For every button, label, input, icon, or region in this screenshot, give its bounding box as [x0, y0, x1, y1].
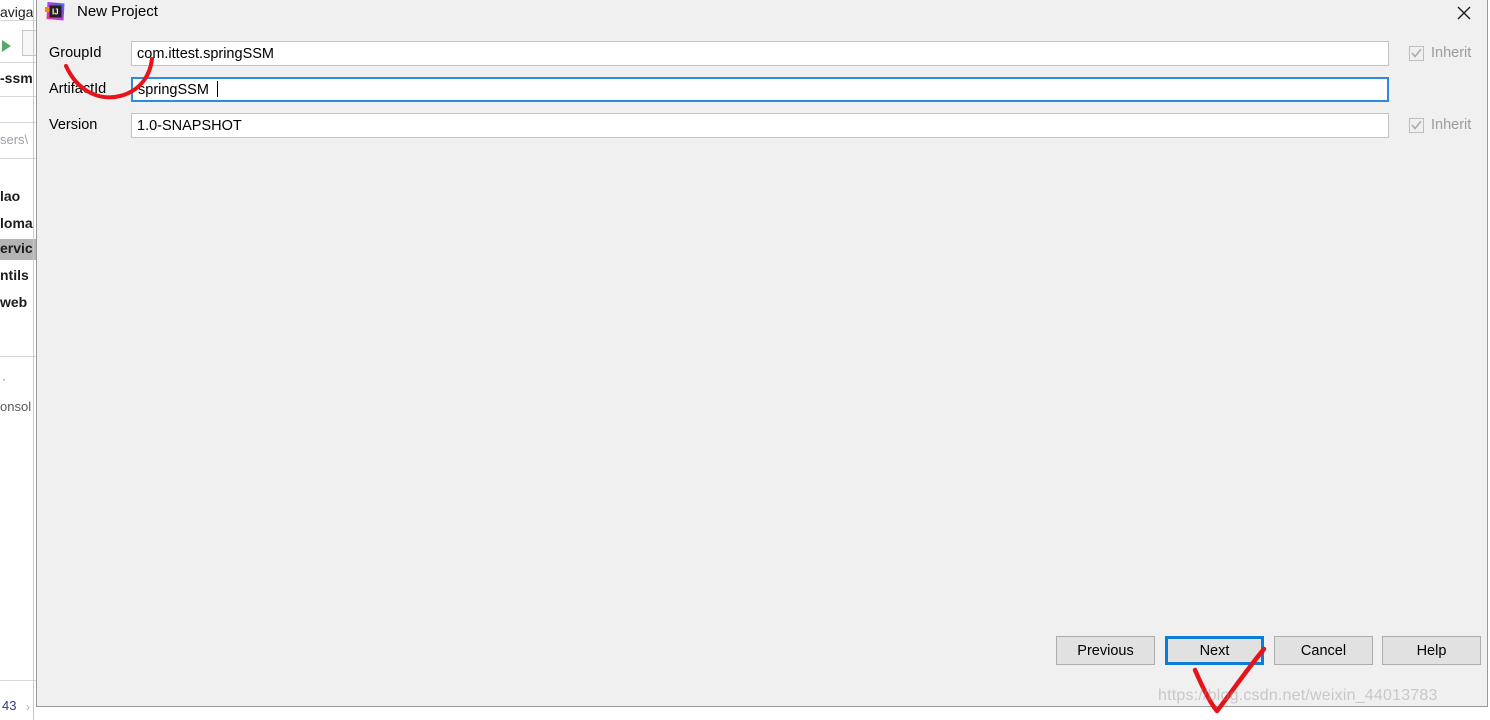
groupid-inherit-checkbox[interactable]: Inherit: [1409, 44, 1471, 62]
version-label: Version: [49, 117, 98, 133]
next-button[interactable]: Next: [1165, 636, 1264, 665]
ide-status-line-number: 43: [2, 698, 17, 713]
help-button[interactable]: Help: [1382, 636, 1481, 665]
ide-label-misc: ·: [2, 372, 6, 386]
previous-button[interactable]: Previous: [1056, 636, 1155, 665]
version-input[interactable]: [131, 113, 1389, 138]
ide-background: aviga -ssm sers\ lao loma ervic ntils we…: [0, 0, 40, 720]
divider: [0, 62, 40, 63]
groupid-inherit-label: Inherit: [1431, 45, 1472, 61]
ide-tree-item-web[interactable]: web: [0, 294, 27, 310]
dialog-title: New Project: [77, 3, 158, 20]
ide-status-chevron-icon: ›: [26, 700, 30, 714]
cancel-button[interactable]: Cancel: [1274, 636, 1373, 665]
ide-tree-item-service-highlight[interactable]: ervic: [0, 239, 40, 260]
svg-text:IJ: IJ: [52, 7, 59, 16]
divider: [0, 356, 40, 357]
new-project-dialog: IJ New Project GroupId Inherit: [36, 0, 1488, 707]
checkbox-checked-icon: [1409, 45, 1424, 61]
ide-label-navigate: aviga: [0, 4, 34, 20]
screen: aviga -ssm sers\ lao loma ervic ntils we…: [0, 0, 1490, 720]
ide-tree-item-service: ervic: [0, 240, 33, 256]
version-inherit-label: Inherit: [1431, 117, 1472, 133]
run-icon[interactable]: [2, 40, 11, 52]
artifactid-input[interactable]: [131, 77, 1389, 102]
divider: [0, 680, 40, 681]
form-row-groupid: GroupId Inherit: [37, 41, 1487, 66]
watermark-text: https://blog.csdn.net/weixin_44013783: [1158, 687, 1438, 704]
ide-label-path: sers\: [0, 132, 29, 147]
groupid-label: GroupId: [49, 45, 102, 61]
divider: [0, 122, 40, 123]
divider: [0, 158, 40, 159]
ide-label-console: onsol: [0, 399, 32, 414]
form-row-version: Version Inherit: [37, 113, 1487, 138]
ide-edge: [33, 0, 34, 720]
divider: [0, 20, 40, 21]
form-row-artifactid: ArtifactId: [37, 77, 1487, 102]
groupid-input[interactable]: [131, 41, 1389, 66]
version-inherit-checkbox[interactable]: Inherit: [1409, 116, 1471, 134]
checkbox-checked-icon: [1409, 117, 1424, 133]
intellij-idea-icon: IJ: [45, 1, 66, 22]
ide-label-project: -ssm: [0, 70, 33, 86]
close-icon: [1457, 6, 1471, 20]
dialog-titlebar: IJ New Project: [37, 0, 1487, 28]
artifactid-label: ArtifactId: [49, 81, 107, 97]
close-button[interactable]: [1441, 0, 1487, 28]
ide-tree-item-domain[interactable]: loma: [0, 215, 33, 231]
ide-tree-item-utils[interactable]: ntils: [0, 267, 29, 283]
text-caret: [217, 81, 218, 97]
divider: [0, 96, 40, 97]
ide-tree-item-dao[interactable]: lao: [0, 188, 20, 204]
